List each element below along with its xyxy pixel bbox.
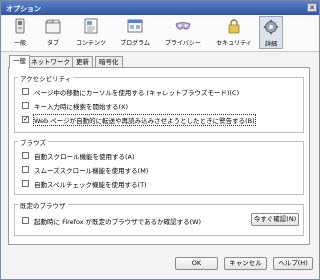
security-padlock-icon bbox=[228, 19, 240, 34]
help-button[interactable]: ヘルプ(H) bbox=[273, 257, 313, 270]
pane-advanced-label: 詳細 bbox=[264, 41, 277, 48]
programs-window-icon bbox=[127, 19, 143, 33]
default-browser-group-title: 既定のブラウザ bbox=[18, 200, 68, 210]
browse-group-title: ブラウズ bbox=[18, 137, 48, 147]
smooth-scroll-label: スムーズスクロール機能を使用する(M) bbox=[34, 167, 149, 175]
cancel-button[interactable]: キャンセル bbox=[224, 257, 267, 270]
tab-encryption[interactable]: 暗号化 bbox=[95, 56, 123, 67]
pane-privacy[interactable]: プライバシー bbox=[159, 16, 207, 49]
tab-network[interactable]: ネットワーク bbox=[27, 56, 74, 67]
content-page-icon bbox=[84, 18, 98, 34]
accessibility-group-title: アクセシビリティ bbox=[18, 73, 74, 83]
tabs-icon bbox=[45, 19, 61, 34]
warn-redirect-checkbox[interactable]: ✓ bbox=[22, 116, 29, 123]
search-on-typing-checkbox[interactable] bbox=[22, 102, 29, 109]
search-on-typing-label: キー入力時に検索を開始する(X) bbox=[34, 103, 129, 111]
spellcheck-label: 自動スペルチェック機能を使用する(T) bbox=[34, 181, 147, 189]
smooth-scroll-checkbox[interactable] bbox=[22, 166, 29, 173]
check-now-button[interactable]: 今すぐ確認(N) bbox=[251, 213, 299, 226]
pane-security[interactable]: セキュリティ bbox=[211, 16, 257, 49]
warn-redirect-label: Web ページが自動的に転送や再読み込みさせようとしたときに警告する(B) bbox=[33, 114, 256, 126]
pane-general[interactable]: 一般 bbox=[7, 16, 33, 49]
pane-privacy-label: プライバシー bbox=[165, 40, 201, 47]
default-browser-check-label: 起動時に Firefox が既定のブラウザであるか確認する(W) bbox=[34, 218, 202, 226]
pane-security-label: セキュリティ bbox=[216, 40, 252, 47]
pane-general-label: 一般 bbox=[13, 40, 26, 47]
tab-general[interactable]: 一般 bbox=[9, 55, 30, 68]
spellcheck-checkbox[interactable] bbox=[22, 180, 29, 187]
general-panel: アクセシビリティ ページ中の移動にカーソルを使用する (キャレットブラウズモード… bbox=[8, 67, 310, 245]
close-button[interactable]: ✕ bbox=[307, 3, 317, 12]
pane-content-label: コンテンツ bbox=[75, 40, 106, 47]
checkmark-icon: ✓ bbox=[23, 115, 29, 123]
general-switch-icon bbox=[15, 18, 25, 34]
autoscroll-checkbox[interactable] bbox=[22, 152, 29, 159]
options-window: オプション ✕ 一般 タブ コンテンツ プログラム プライバシー セキュリティ … bbox=[0, 0, 320, 280]
caret-browsing-checkbox[interactable] bbox=[22, 88, 29, 95]
pane-programs-label: プログラム bbox=[120, 40, 150, 47]
pane-advanced[interactable]: 詳細 bbox=[259, 16, 283, 49]
pane-tabs[interactable]: タブ bbox=[39, 16, 67, 49]
window-title: オプション bbox=[6, 5, 41, 13]
caret-browsing-label: ページ中の移動にカーソルを使用する (キャレットブラウズモード)(C) bbox=[34, 89, 240, 97]
advanced-gear-icon bbox=[263, 19, 279, 35]
pane-programs[interactable]: プログラム bbox=[115, 16, 155, 49]
preferences-toolbar: 一般 タブ コンテンツ プログラム プライバシー セキュリティ 詳細 bbox=[1, 15, 319, 52]
privacy-mask-icon bbox=[175, 22, 191, 30]
ok-button[interactable]: OK bbox=[175, 257, 218, 270]
title-bar[interactable]: オプション ✕ bbox=[1, 1, 319, 15]
default-browser-check-checkbox[interactable] bbox=[22, 217, 29, 224]
pane-content[interactable]: コンテンツ bbox=[71, 16, 111, 49]
autoscroll-label: 自動スクロール機能を使用する(A) bbox=[34, 153, 135, 161]
tab-update[interactable]: 更新 bbox=[72, 56, 93, 67]
pane-tabs-label: タブ bbox=[46, 40, 59, 47]
